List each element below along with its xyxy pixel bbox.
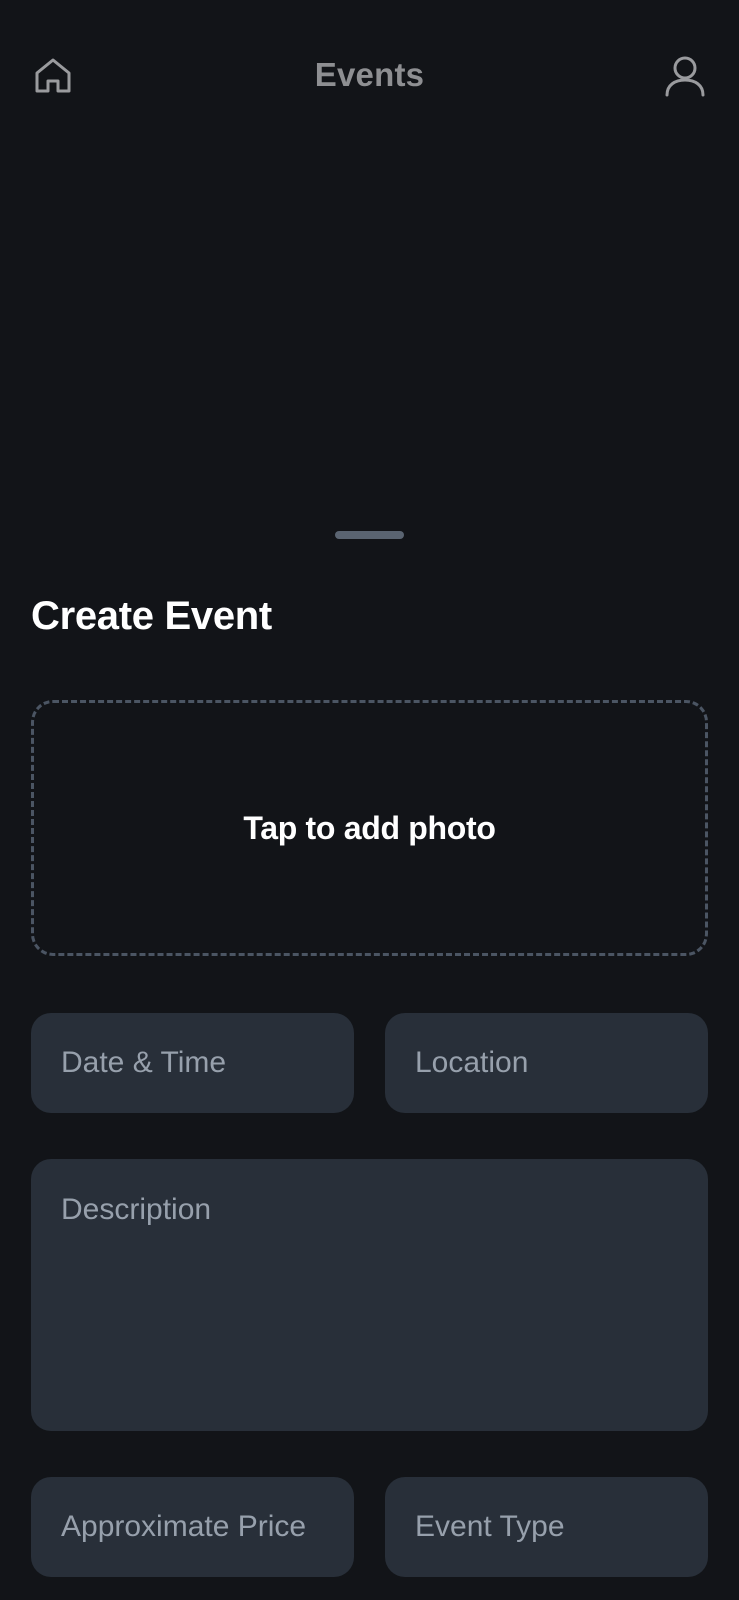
page-title: Events	[314, 56, 425, 93]
top-app-bar: Events	[0, 0, 739, 150]
event-type-field[interactable]: Event Type	[385, 1477, 708, 1577]
location-field[interactable]: Location	[385, 1013, 708, 1113]
date-time-placeholder: Date & Time	[61, 1046, 227, 1079]
description-placeholder: Description	[61, 1193, 212, 1226]
user-profile-icon[interactable]	[664, 55, 706, 97]
add-photo-area[interactable]: Tap to add photo	[31, 700, 708, 956]
event-type-placeholder: Event Type	[415, 1510, 565, 1543]
approximate-price-field[interactable]: Approximate Price	[31, 1477, 354, 1577]
add-photo-label: Tap to add photo	[243, 809, 496, 846]
date-time-field[interactable]: Date & Time	[31, 1013, 354, 1113]
location-placeholder: Location	[415, 1046, 529, 1079]
description-field[interactable]: Description	[31, 1159, 708, 1431]
approximate-price-placeholder: Approximate Price	[61, 1510, 307, 1543]
create-event-heading: Create Event	[31, 594, 272, 638]
sheet-drag-handle[interactable]	[335, 531, 404, 539]
